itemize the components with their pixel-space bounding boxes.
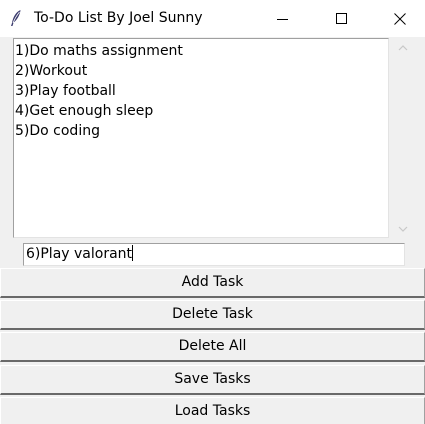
task-entry-field[interactable]: 6)Play valorant	[23, 243, 405, 266]
task-listbox[interactable]: 1)Do maths assignment 2)Workout 3)Play f…	[13, 38, 389, 238]
scroll-up-icon[interactable]	[398, 44, 408, 51]
scroll-down-icon[interactable]	[398, 226, 408, 233]
list-item[interactable]: 5)Do coding	[15, 121, 388, 141]
task-entry-value: 6)Play valorant	[26, 246, 133, 262]
feather-icon	[11, 10, 21, 26]
title-bar[interactable]: To-Do List By Joel Sunny	[0, 0, 425, 37]
maximize-icon	[336, 12, 347, 24]
delete-task-button[interactable]: Delete Task	[0, 300, 425, 330]
load-tasks-button[interactable]: Load Tasks	[0, 397, 425, 424]
close-icon	[394, 12, 406, 25]
save-tasks-button[interactable]: Save Tasks	[0, 365, 425, 395]
list-item[interactable]: 1)Do maths assignment	[15, 41, 388, 61]
list-item[interactable]: 4)Get enough sleep	[15, 101, 388, 121]
window-title: To-Do List By Joel Sunny	[34, 10, 203, 26]
list-item[interactable]: 2)Workout	[15, 61, 388, 81]
todo-window: To-Do List By Joel Sunny 1)Do maths assi…	[0, 0, 425, 424]
add-task-button[interactable]: Add Task	[0, 268, 425, 298]
maximize-button[interactable]	[313, 0, 371, 37]
minimize-icon	[277, 18, 288, 20]
close-button[interactable]	[371, 0, 425, 37]
listbox-scrollbar[interactable]	[390, 38, 416, 242]
minimize-button[interactable]	[254, 0, 312, 37]
list-item[interactable]: 3)Play football	[15, 81, 388, 101]
text-caret	[132, 245, 134, 261]
delete-all-button[interactable]: Delete All	[0, 332, 425, 362]
